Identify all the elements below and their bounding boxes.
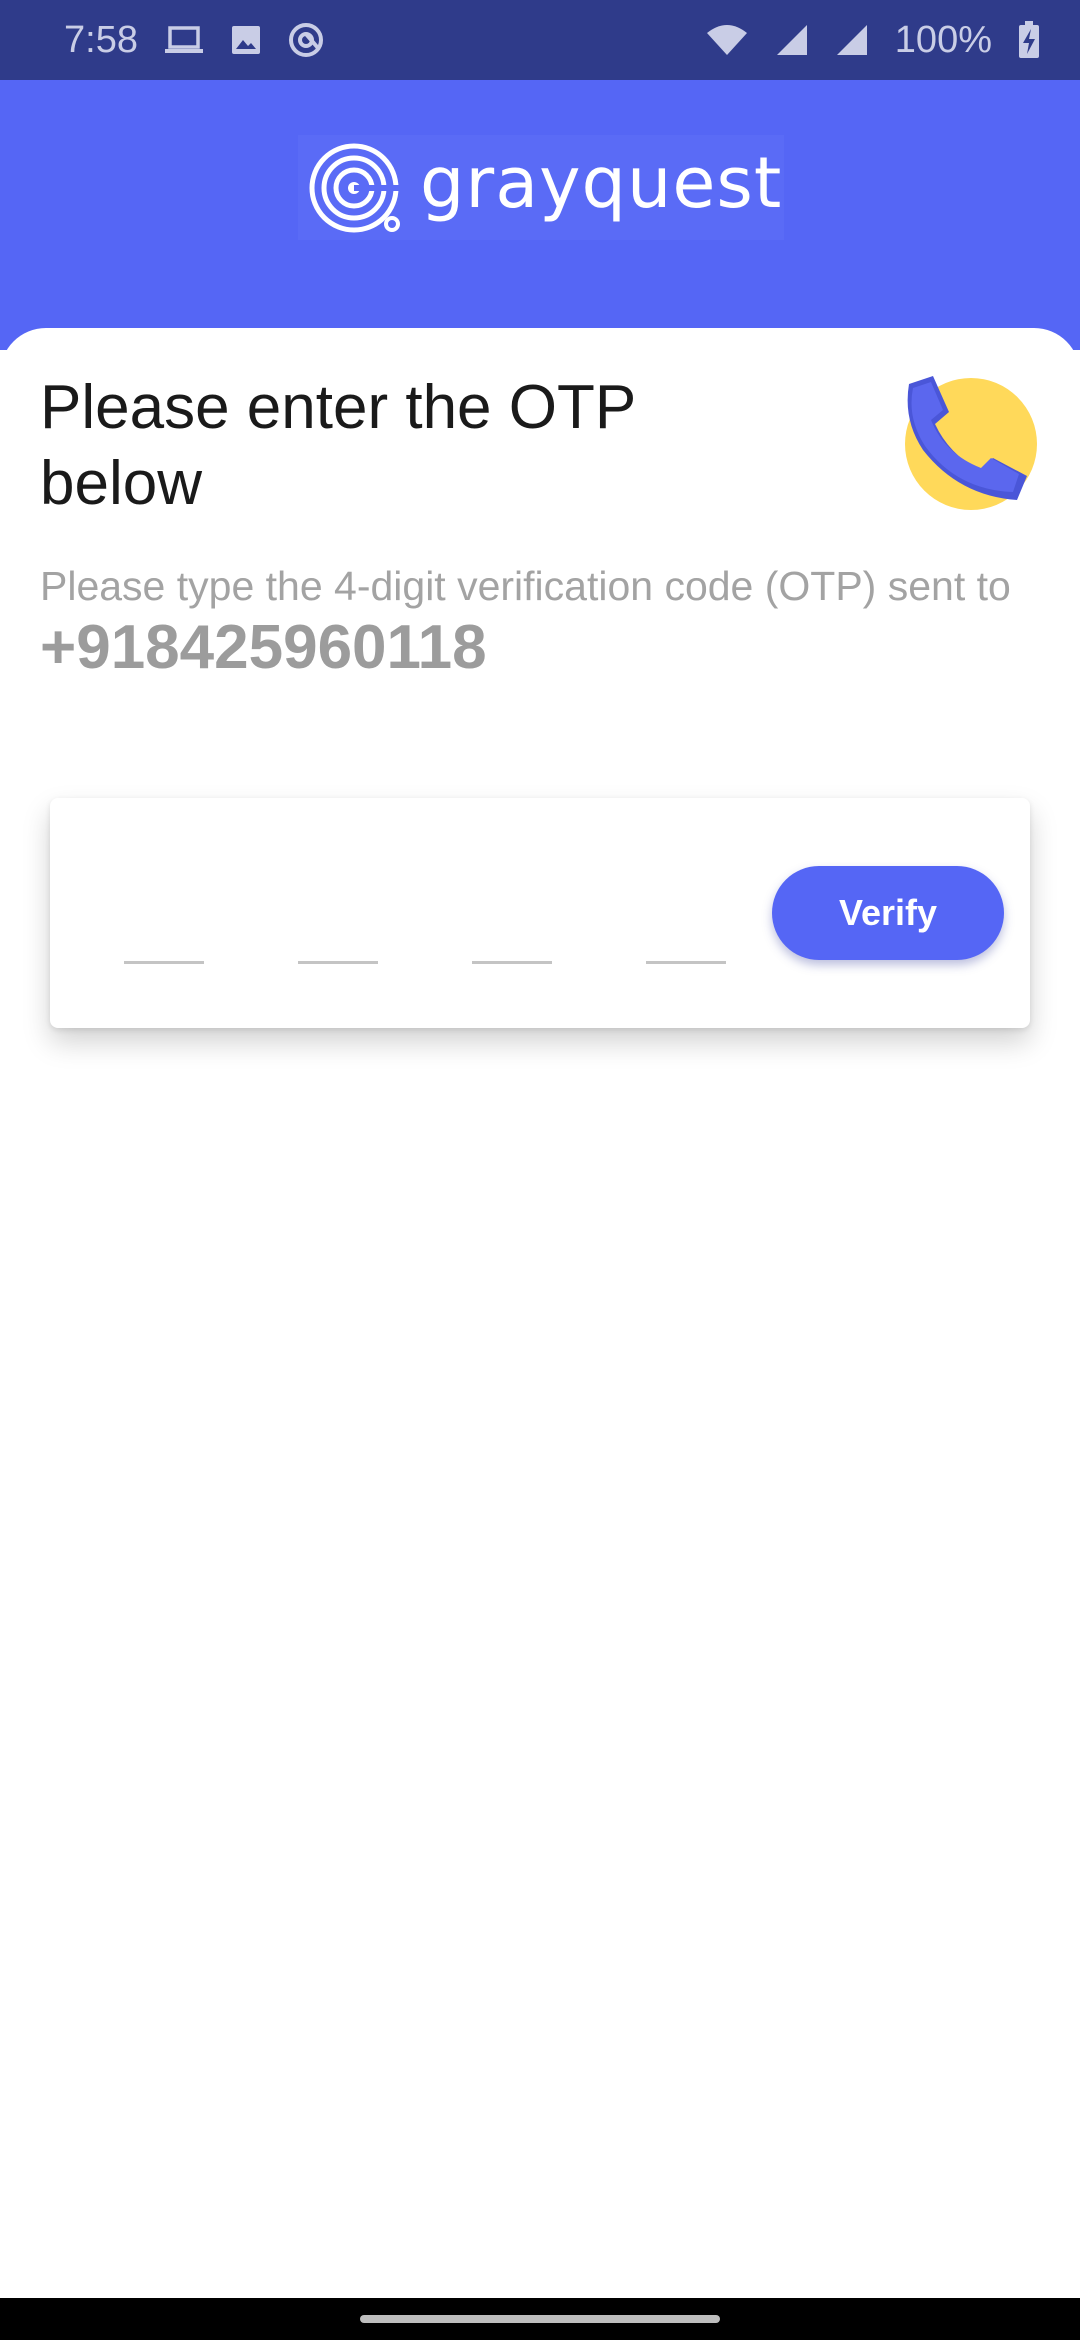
signal-icon bbox=[775, 23, 809, 57]
otp-instructions: Please type the 4-digit verification cod… bbox=[40, 563, 1011, 609]
brand-name: grayquest bbox=[420, 141, 783, 224]
status-bar: 7:58 100% bbox=[0, 0, 1080, 80]
logo-spiral-icon bbox=[309, 143, 400, 232]
otp-sheet: Please enter the OTP below Please type t… bbox=[0, 328, 1080, 2298]
navigation-bar bbox=[0, 2298, 1080, 2340]
status-time: 7:58 bbox=[64, 18, 138, 61]
otp-digit-input-4[interactable] bbox=[646, 924, 726, 964]
image-icon bbox=[230, 24, 262, 56]
phone-icon bbox=[907, 376, 1027, 500]
home-indicator[interactable] bbox=[360, 2315, 720, 2323]
verify-button[interactable]: Verify bbox=[772, 866, 1004, 960]
otp-digit-input-1[interactable] bbox=[124, 924, 204, 964]
status-right: 100% bbox=[705, 19, 1040, 62]
otp-digit-input-3[interactable] bbox=[472, 924, 552, 964]
sync-icon bbox=[288, 22, 324, 58]
brand-logo: grayquest bbox=[298, 135, 784, 240]
otp-digit-input-2[interactable] bbox=[298, 924, 378, 964]
signal-icon bbox=[835, 23, 869, 57]
wifi-icon bbox=[705, 23, 749, 57]
app-header: grayquest bbox=[0, 80, 1080, 350]
laptop-icon bbox=[164, 25, 204, 55]
phone-badge bbox=[905, 376, 1037, 510]
page-title: Please enter the OTP below bbox=[40, 373, 636, 518]
phone-number: +918425960118 bbox=[40, 613, 487, 682]
status-left: 7:58 bbox=[64, 19, 324, 62]
battery-percent: 100% bbox=[894, 18, 992, 61]
battery-charging-icon bbox=[1018, 21, 1040, 59]
otp-card: Verify bbox=[50, 798, 1030, 1028]
